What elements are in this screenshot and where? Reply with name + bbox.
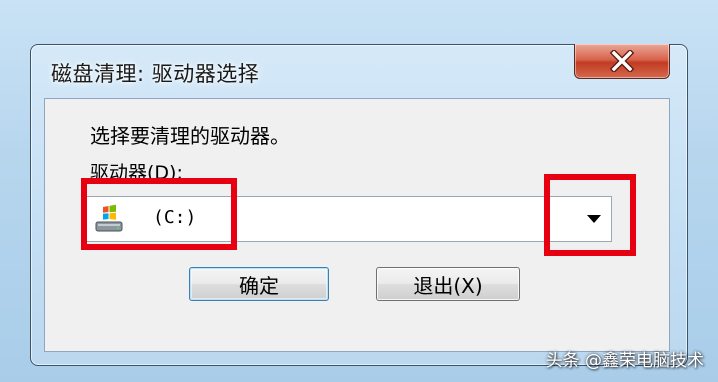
window-title: 磁盘清理: 驱动器选择 [51, 62, 260, 86]
chevron-down-icon[interactable] [583, 211, 605, 227]
drive-selected-value: (C:) [153, 207, 197, 228]
dialog-prompt: 选择要清理的驱动器。 [90, 124, 290, 148]
windows-drive-icon [95, 204, 123, 232]
watermark-text: 头条 @鑫荣电脑技术 [545, 351, 704, 371]
close-icon [609, 50, 635, 72]
ok-button[interactable]: 确定 [189, 267, 329, 301]
title-bar[interactable]: 磁盘清理: 驱动器选择 [31, 44, 687, 95]
close-button[interactable] [574, 44, 670, 79]
drive-select[interactable]: (C:) [86, 196, 612, 242]
exit-button[interactable]: 退出(X) [376, 267, 520, 301]
